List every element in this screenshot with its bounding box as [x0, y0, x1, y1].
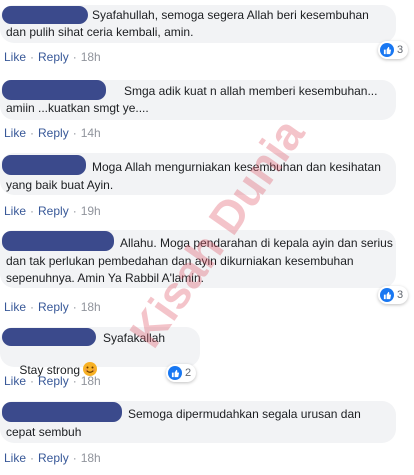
timestamp[interactable]: 19h [81, 204, 101, 218]
separator: · [30, 300, 35, 314]
comment-text-line: Syafahullah, semoga segera Allah beri ke… [92, 8, 369, 22]
comment-actions: Like · Reply · 18h [4, 451, 101, 465]
reply-link[interactable]: Reply [38, 451, 69, 465]
like-link[interactable]: Like [4, 50, 26, 64]
reply-link[interactable]: Reply [38, 50, 69, 64]
separator: · [72, 374, 77, 388]
separator: · [72, 204, 77, 218]
comment-actions: Like · Reply · 18h [4, 300, 101, 314]
separator: · [30, 204, 35, 218]
like-link[interactable]: Like [4, 300, 26, 314]
comment-text-line: Smga adik kuat n allah memberi kesembuha… [124, 84, 378, 98]
reaction-count-value: 2 [185, 367, 192, 379]
comment-text-line: Moga Allah mengurniakan kesembuhan dan k… [92, 160, 381, 174]
thumbs-up-icon [380, 288, 394, 302]
like-link[interactable]: Like [4, 451, 26, 465]
reaction-count[interactable]: 3 [378, 41, 409, 59]
timestamp[interactable]: 18h [81, 50, 101, 64]
timestamp[interactable]: 18h [81, 300, 101, 314]
separator: · [30, 451, 35, 465]
comment-actions: Like · Reply · 18h [4, 374, 101, 388]
redacted-name [2, 6, 88, 24]
separator: · [72, 451, 77, 465]
redacted-name [2, 328, 96, 346]
separator: · [30, 126, 35, 140]
like-link[interactable]: Like [4, 204, 26, 218]
redacted-name [2, 155, 86, 175]
comment-actions: Like · Reply · 14h [4, 126, 101, 140]
comment-text-line: cepat sembuh [6, 425, 82, 439]
separator: · [72, 50, 77, 64]
comment-text-line: Syafakallah [103, 331, 166, 345]
reply-link[interactable]: Reply [38, 374, 69, 388]
reaction-count-value: 3 [397, 44, 404, 56]
timestamp[interactable]: 18h [81, 451, 101, 465]
comment-text-line: sepenuhnya. Amin Ya Rabbil A'lamin. [6, 271, 204, 285]
separator: · [72, 126, 77, 140]
reply-link[interactable]: Reply [38, 204, 69, 218]
redacted-name [2, 231, 114, 251]
reaction-count[interactable]: 2 [166, 364, 197, 382]
separator: · [72, 300, 77, 314]
comment-text-line: Semoga dipermudahkan segala urusan dan [128, 407, 361, 421]
reaction-count-value: 3 [397, 289, 404, 301]
comment-text-line: yang baik buat Ayin. [6, 178, 114, 192]
comment-actions: Like · Reply · 19h [4, 204, 101, 218]
thumbs-up-icon [380, 43, 394, 57]
redacted-name [2, 402, 122, 422]
thumbs-up-icon [168, 366, 182, 380]
like-link[interactable]: Like [4, 126, 26, 140]
comment-text-line: dan pulih sihat ceria kembali, amin. [6, 25, 194, 39]
timestamp[interactable]: 18h [81, 374, 101, 388]
reaction-count[interactable]: 3 [378, 286, 409, 304]
separator: · [30, 50, 35, 64]
like-link[interactable]: Like [4, 374, 26, 388]
separator: · [30, 374, 35, 388]
reply-link[interactable]: Reply [38, 126, 69, 140]
comment-text-line: amiin ...kuatkan smgt ye.... [6, 101, 149, 115]
timestamp[interactable]: 14h [81, 126, 101, 140]
comment-text-line: dan tak perlukan pembedahan dan ayin dik… [6, 254, 354, 268]
reply-link[interactable]: Reply [38, 300, 69, 314]
comment-actions: Like · Reply · 18h [4, 50, 101, 64]
comment-text-line: Allahu. Moga pendarahan di kepala ayin d… [120, 236, 393, 250]
redacted-name [2, 80, 106, 100]
